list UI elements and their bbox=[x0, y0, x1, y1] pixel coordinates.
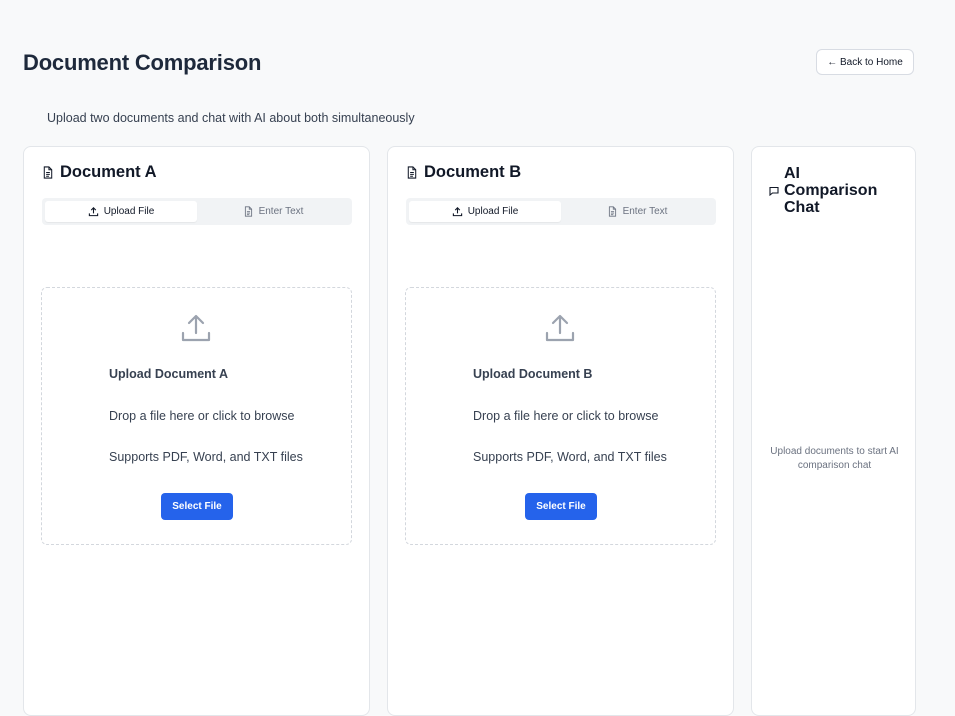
upload-icon bbox=[545, 314, 575, 342]
tab-label: Enter Text bbox=[258, 206, 304, 217]
upload-icon bbox=[88, 207, 98, 217]
back-to-home-button[interactable]: ← Back to Home bbox=[816, 49, 914, 75]
select-file-button[interactable]: Select File bbox=[525, 493, 597, 520]
document-b-card: Document B Upload File Enter Text Upload… bbox=[387, 146, 734, 716]
file-text-icon bbox=[608, 206, 616, 217]
ai-chat-card: AI Comparison Chat Upload documents to s… bbox=[751, 146, 916, 716]
dropzone-supported-formats: Supports PDF, Word, and TXT files bbox=[109, 450, 303, 464]
document-a-title: Document A bbox=[60, 163, 157, 181]
chat-empty-state: Upload documents to start AI comparison … bbox=[770, 446, 899, 471]
tab-label: Upload File bbox=[103, 206, 155, 217]
page-title: Document Comparison bbox=[23, 50, 262, 75]
document-b-tabs: Upload File Enter Text bbox=[406, 198, 716, 225]
tab-label: Enter Text bbox=[622, 206, 668, 217]
file-text-icon bbox=[43, 166, 53, 179]
document-a-header: Document A bbox=[42, 163, 157, 182]
upload-icon bbox=[181, 314, 211, 342]
dropzone-instructions: Drop a file here or click to browse bbox=[473, 409, 659, 423]
dropzone-title: Upload Document A bbox=[109, 367, 228, 381]
file-text-icon bbox=[407, 166, 417, 179]
dropzone-title: Upload Document B bbox=[473, 367, 593, 381]
upload-icon bbox=[452, 207, 462, 217]
file-text-icon bbox=[244, 206, 252, 217]
document-b-dropzone[interactable]: Upload Document B Drop a file here or cl… bbox=[405, 287, 716, 545]
tab-enter-text[interactable]: Enter Text bbox=[561, 201, 713, 222]
document-a-dropzone[interactable]: Upload Document A Drop a file here or cl… bbox=[41, 287, 352, 545]
tab-upload-file[interactable]: Upload File bbox=[409, 201, 561, 222]
document-b-header: Document B bbox=[406, 163, 521, 182]
chat-header: AI Comparison Chat bbox=[769, 165, 894, 216]
tab-enter-text[interactable]: Enter Text bbox=[197, 201, 349, 222]
page-subtitle: Upload two documents and chat with AI ab… bbox=[47, 111, 415, 125]
document-a-card: Document A Upload File Enter Text Upload… bbox=[23, 146, 370, 716]
chat-title: AI Comparison Chat bbox=[784, 165, 878, 216]
dropzone-instructions: Drop a file here or click to browse bbox=[109, 409, 295, 423]
document-a-tabs: Upload File Enter Text bbox=[42, 198, 352, 225]
select-file-button[interactable]: Select File bbox=[161, 493, 233, 520]
message-square-icon bbox=[769, 186, 779, 196]
tab-label: Upload File bbox=[467, 206, 519, 217]
tab-upload-file[interactable]: Upload File bbox=[45, 201, 197, 222]
dropzone-supported-formats: Supports PDF, Word, and TXT files bbox=[473, 450, 667, 464]
document-b-title: Document B bbox=[424, 163, 522, 181]
